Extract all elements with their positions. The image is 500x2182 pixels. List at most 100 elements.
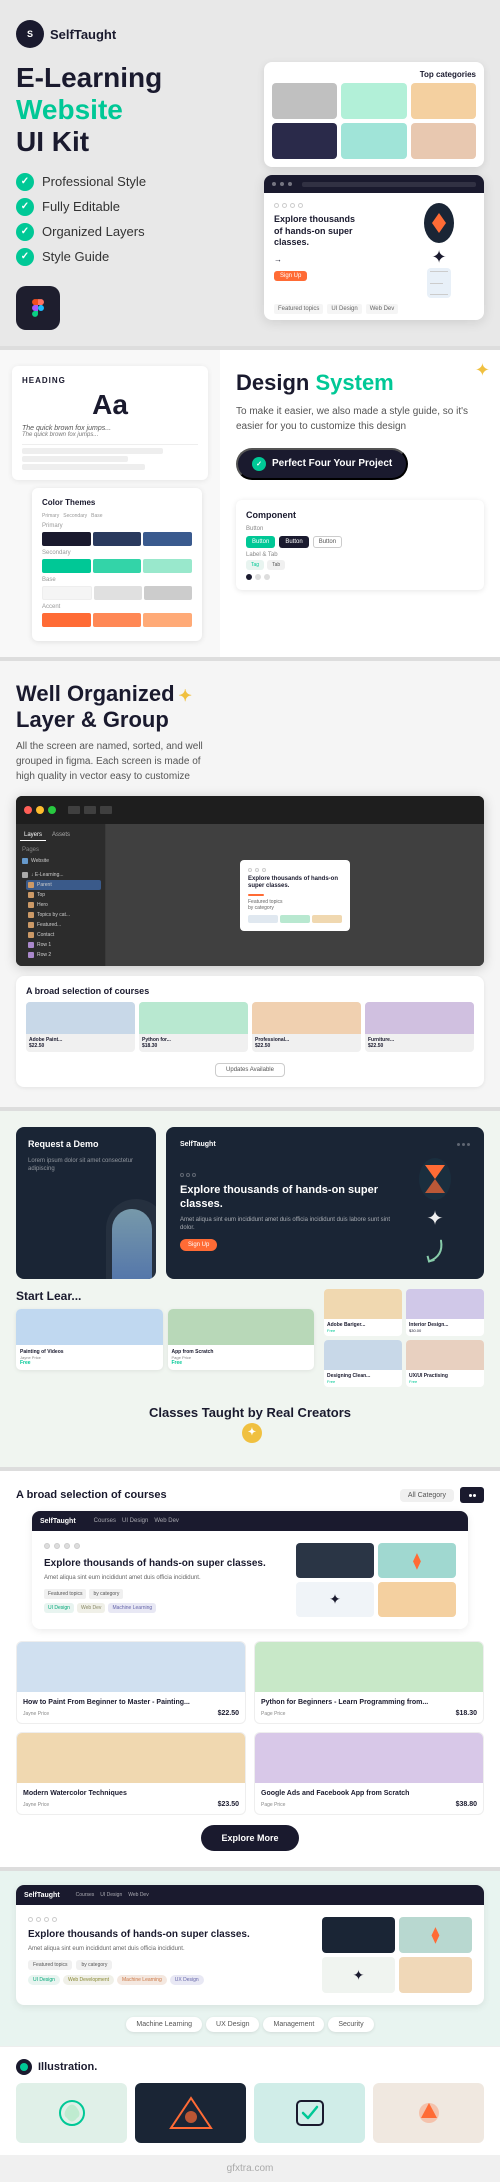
layer-item[interactable]: Contact [26, 930, 101, 940]
course-card: Modern Watercolor Techniques Jayne Price… [16, 1732, 246, 1815]
check-icon [252, 457, 266, 471]
cat-chip: UI Design [28, 1975, 60, 1985]
mockup-arrow: → [274, 255, 398, 264]
course-info: Furniture... $22.50 [365, 1034, 474, 1052]
grid-item: ⧫ [399, 1917, 472, 1953]
grid-item: ✦ [296, 1582, 374, 1617]
course-info: Professional... $22.50 [252, 1034, 361, 1052]
course-thumbnail [17, 1733, 245, 1783]
mockup-image-col: ⧫ ✦ [322, 1917, 472, 1993]
layer-item[interactable]: Top [26, 890, 101, 900]
assets-tab[interactable]: Assets [48, 830, 74, 841]
nav-links: Courses UI Design Web Dev [94, 1518, 179, 1524]
figma-body: Layers Assets Pages Website ↓ E-Learning… [16, 824, 484, 966]
cat-thumb [272, 123, 337, 159]
frame-icon [28, 932, 34, 938]
course-meta: Page Price $38.80 [261, 1801, 477, 1808]
course-cards-section: A broad selection of courses Adobe Paint… [16, 976, 484, 1087]
filter-btn[interactable] [460, 1487, 484, 1503]
start-card: Painting of Videos Jayne Price Free [16, 1309, 163, 1370]
layer-item[interactable]: Hero [26, 900, 101, 910]
demo-card-desc: Lorem ipsum dolor sit amet consectetur a… [28, 1157, 144, 1174]
courses-section-title: A broad selection of courses [26, 986, 474, 996]
layer-item[interactable]: Website [20, 856, 101, 866]
layer-item[interactable]: Featured... [26, 920, 101, 930]
design-right-panel: ✦ Design System To make it easier, we al… [220, 350, 500, 657]
layers-tab[interactable]: Layers [20, 830, 46, 841]
illustration-header: Illustration. [16, 2059, 484, 2075]
course-thumbnail [406, 1289, 484, 1319]
demo-navbar: SelfTaught [180, 1141, 470, 1148]
typography-aa: Aa [22, 389, 198, 421]
grid-item [296, 1543, 374, 1578]
explore-more-btn[interactable]: Explore More [201, 1825, 298, 1851]
window-minimize-dot [36, 806, 44, 814]
illustration-icon [16, 2059, 32, 2075]
course-card: Python for... $18.30 [139, 1002, 248, 1052]
dot [44, 1917, 49, 1922]
mockup-nav: SelfTaught Courses UI Design Web Dev [32, 1511, 468, 1531]
hourglass-shape [419, 1158, 451, 1200]
course-info: Modern Watercolor Techniques Jayne Price… [17, 1783, 245, 1814]
demo-section: Request a Demo Lorem ipsum dolor sit ame… [0, 1111, 500, 1467]
illus-card [16, 2083, 127, 2143]
circles-row [44, 1543, 286, 1549]
start-learning-title: Start Lear... [16, 1289, 314, 1303]
demo-text-area: Explore thousands of hands-on super clas… [180, 1173, 390, 1250]
category-grid [272, 83, 476, 159]
emoji-icon: ✦ [242, 1423, 262, 1443]
hero-section: S SelfTaught E-Learning Website UI Kit P… [0, 0, 500, 346]
bottom-category-row: Machine Learning UX Design Management Se… [16, 2017, 484, 2032]
category-chips: UI Design Web Development Machine Learni… [28, 1975, 312, 1985]
demo-hero-main: Explore thousands of hands-on super clas… [180, 1158, 470, 1265]
circle-dot [64, 1543, 70, 1549]
cat-tag: Web Dev [77, 1603, 105, 1613]
card-info: App from Scratch Page Price Free [168, 1345, 315, 1370]
layer-item[interactable]: Row 2 [26, 950, 101, 960]
course-meta: Jayne Price $22.50 [23, 1710, 239, 1717]
check-icon [16, 223, 34, 241]
canvas-hero-text: Explore thousands of hands-on super clas… [248, 876, 342, 892]
demo-decorations: ✦ [400, 1158, 470, 1265]
cat-thumb [411, 123, 476, 159]
feat-tag: Featured topics [274, 304, 323, 314]
figma-toolbar [16, 796, 484, 824]
comp-dot [255, 574, 261, 580]
courses-mockup-card: SelfTaught Courses UI Design Web Dev Exp… [32, 1511, 468, 1629]
dots-row [28, 1917, 312, 1922]
start-learning-card: Start Lear... Painting of Videos Jayne P… [16, 1289, 314, 1387]
showcase-course-cards-right: Adobe Bariger... Free Interior Design...… [324, 1289, 484, 1387]
grid-item [322, 1917, 395, 1953]
design-system-cta[interactable]: Perfect Four Your Project [236, 448, 408, 480]
all-category-btn[interactable]: All Category [400, 1489, 454, 1502]
explore-more-container: Explore More [16, 1825, 484, 1851]
layer-item[interactable]: Row 1 [26, 940, 101, 950]
group-icon [28, 942, 34, 948]
course-card: Professional... $22.50 [252, 1002, 361, 1052]
component-card-title: Component [246, 510, 474, 520]
start-card: App from Scratch Page Price Free [168, 1309, 315, 1370]
canvas-preview: Explore thousands of hands-on super clas… [240, 860, 350, 932]
star-icon: ✦ [179, 688, 192, 705]
demo-inner: SelfTaught Explore thousand [166, 1127, 484, 1279]
circle-dot [74, 1543, 80, 1549]
frame-icon [28, 902, 34, 908]
course-info: Python for... $18.30 [139, 1034, 248, 1052]
layer-item-active[interactable]: Parent [26, 880, 101, 890]
showcase-course-card: Adobe Bariger... Free [324, 1289, 402, 1336]
mockup-hero-text: Explore thousandsof hands-on superclasse… [274, 214, 398, 249]
typography-sample2: The quick brown fox jumps... [22, 432, 198, 438]
layer-item[interactable]: Topics by cat... [26, 910, 101, 920]
bottom-cat-tag: UX Design [206, 2017, 259, 2032]
component-dots [246, 574, 474, 580]
update-available-btn[interactable]: Updates Available [215, 1063, 285, 1077]
check-icon [16, 198, 34, 216]
color-row-label: Secondary [42, 550, 192, 556]
cat-thumb [341, 83, 406, 119]
typography-card: HEADING Aa The quick brown fox jumps... … [12, 366, 208, 480]
course-meta: Jayne Price $23.50 [23, 1801, 239, 1808]
tab-label: Tab [267, 560, 285, 570]
card-thumbnail [16, 1309, 163, 1345]
demo-hero-btn[interactable]: Sign Up [180, 1239, 217, 1251]
canvas-area: Explore thousands of hands-on super clas… [106, 824, 484, 966]
